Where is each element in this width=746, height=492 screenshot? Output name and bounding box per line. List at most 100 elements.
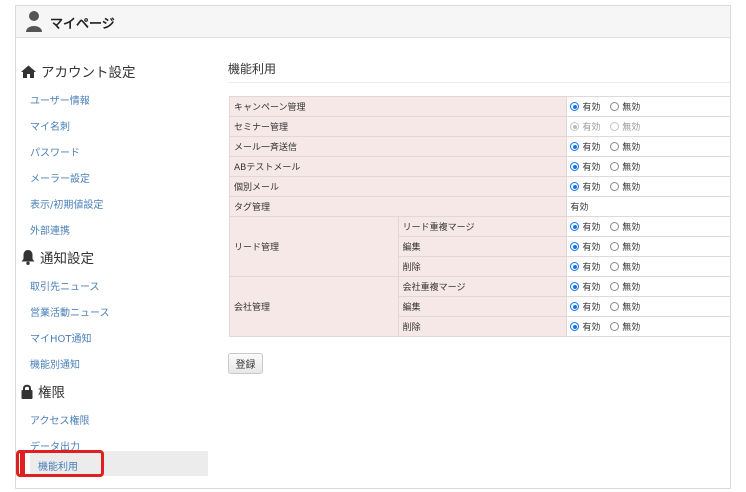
radio-label: 有効 [582,143,601,153]
radio-disabled[interactable] [610,162,620,171]
row-label: セミナー管理 [228,116,568,137]
group-label: リード管理 [229,216,399,277]
sidebar-item-mailer-settings[interactable]: メーラー設定 [30,170,90,185]
radio-label: 無効 [622,223,641,233]
sub-label: 編集 [397,296,568,317]
lock-icon [21,384,33,399]
sidebar-item-client-news[interactable]: 取引先ニュース [30,278,100,293]
sidebar-item-password[interactable]: パスワード [30,144,80,159]
divider [228,82,730,83]
radio-enabled[interactable] [570,322,580,331]
radio-disabled[interactable] [610,322,620,331]
radio-group: 有効 無効 [566,136,730,157]
sidebar-item-my-card[interactable]: マイ名刺 [30,118,70,133]
sidebar-item-my-hot[interactable]: マイHOT通知 [30,330,92,345]
table-row: キャンペーン管理 有効 無効 [228,96,730,117]
user-icon [26,11,42,32]
radio-disabled[interactable] [610,142,620,151]
radio-group: 有効 無効 [566,256,730,277]
main-content: 機能利用 キャンペーン管理 有効 無効 セミナー管理 有効 無効 メール一斉送信 [228,39,730,488]
radio-disabled[interactable] [610,222,620,231]
radio-disabled[interactable] [610,242,620,251]
radio-enabled[interactable] [570,182,580,191]
table-row: 個別メール 有効 無効 [228,176,730,197]
radio-enabled[interactable] [570,222,580,231]
radio-enabled [570,122,580,131]
radio-group: 有効 無効 [566,156,730,177]
radio-enabled[interactable] [570,142,580,151]
radio-group: 有効 無効 [566,296,730,317]
radio-label: 有効 [582,263,601,273]
radio-label: 無効 [622,303,641,313]
sidebar-item-sales-news[interactable]: 営業活動ニュース [30,304,110,319]
radio-label: 無効 [622,163,641,173]
radio-enabled[interactable] [570,262,580,271]
radio-label: 有効 [582,123,601,133]
radio-disabled [610,122,620,131]
radio-disabled[interactable] [610,102,620,111]
sidebar-item-feature-usage[interactable]: 機能利用 [38,458,78,473]
radio-label: 無効 [622,323,641,333]
radio-disabled[interactable] [610,182,620,191]
radio-enabled[interactable] [570,162,580,171]
section-notification-settings: 通知設定 [21,247,94,267]
active-indicator [20,453,25,474]
sidebar-item-external-link[interactable]: 外部連携 [30,222,70,237]
radio-label: 無効 [622,103,641,113]
radio-label: 有効 [582,183,601,193]
radio-enabled[interactable] [570,302,580,311]
table-row: 会社管理 会社重複マージ 有効 無効 [229,276,730,337]
row-label: タグ管理 [228,196,568,217]
group-label: 会社管理 [229,276,399,337]
radio-label: 有効 [582,223,601,233]
radio-label: 有効 [582,323,601,333]
radio-label: 有効 [582,303,601,313]
radio-label: 無効 [622,123,641,133]
section-title: 権限 [38,385,65,401]
home-icon [21,65,36,78]
table-row: リード管理 リード重複マージ 有効 無効 [229,216,730,277]
sidebar-item-display-defaults[interactable]: 表示/初期値設定 [30,196,103,211]
radio-group: 有効 無効 [566,216,730,237]
radio-group: 有効 無効 [566,316,730,337]
radio-label: 有効 [582,163,601,173]
radio-disabled[interactable] [610,262,620,271]
radio-label: 有効 [582,283,601,293]
bell-icon [21,249,35,265]
row-label: 個別メール [228,176,568,197]
header-bar: マイページ [16,6,730,38]
page-title: マイページ [50,17,115,32]
register-button[interactable]: 登録 [228,353,263,374]
sub-label: 削除 [397,316,568,337]
radio-group: 有効 無効 [566,96,730,117]
table-row: タグ管理 有効 [228,196,730,217]
radio-label: 無効 [622,183,641,193]
sidebar: アカウント設定 ユーザー情報 マイ名刺 パスワード メーラー設定 表示/初期値設… [16,39,209,488]
radio-disabled[interactable] [610,282,620,291]
table-row: セミナー管理 有効 無効 [228,116,730,137]
section-title: アカウント設定 [41,65,136,81]
radio-group: 有効 無効 [566,116,730,137]
row-label: メール一斉送信 [228,136,568,157]
permission-table: キャンペーン管理 有効 無効 セミナー管理 有効 無効 メール一斉送信 有効 無… [228,96,730,337]
section-title: 通知設定 [40,251,94,267]
radio-label: 無効 [622,243,641,253]
radio-enabled[interactable] [570,282,580,291]
radio-label: 無効 [622,283,641,293]
radio-group: 有効 無効 [566,176,730,197]
radio-enabled[interactable] [570,242,580,251]
section-heading: 機能利用 [228,62,277,76]
static-value: 有効 [566,196,730,217]
sidebar-item-access-rights[interactable]: アクセス権限 [30,412,90,427]
sub-label: 編集 [397,236,568,257]
sidebar-item-feature-notify[interactable]: 機能別通知 [30,356,80,371]
section-permissions: 権限 [21,381,65,401]
radio-group: 有効 無効 [566,236,730,257]
radio-disabled[interactable] [610,302,620,311]
radio-label: 無効 [622,143,641,153]
sidebar-item-user-info[interactable]: ユーザー情報 [30,92,90,107]
radio-enabled[interactable] [570,102,580,111]
table-row: メール一斉送信 有効 無効 [228,136,730,157]
section-account-settings: アカウント設定 [21,61,136,81]
sub-label: 削除 [397,256,568,277]
